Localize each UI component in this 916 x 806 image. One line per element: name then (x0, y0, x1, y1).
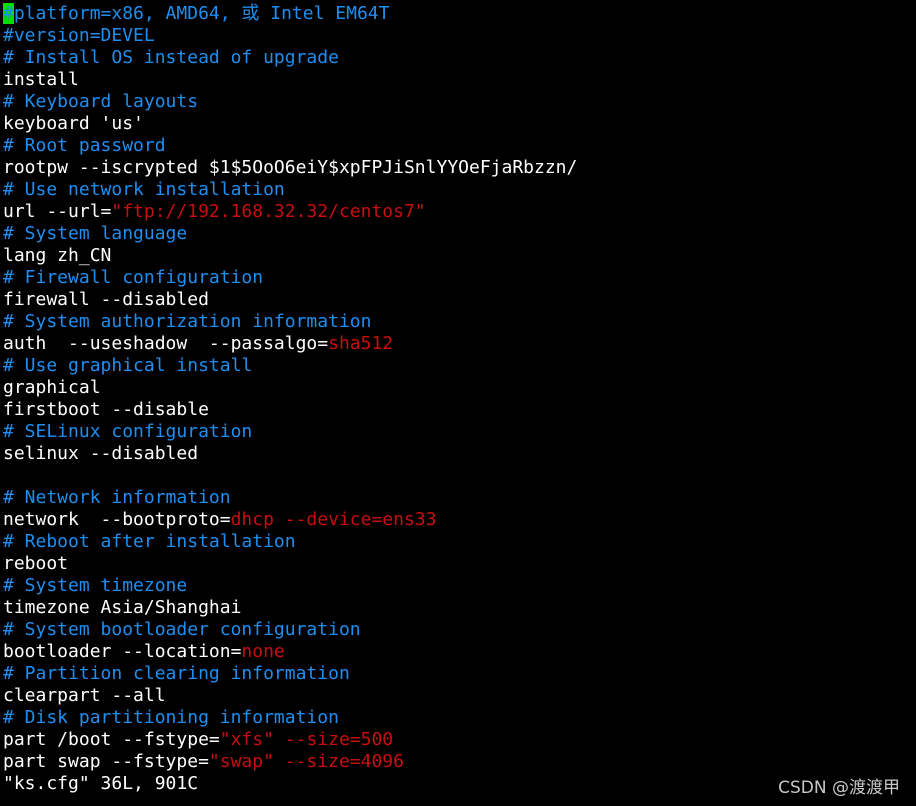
code-text: rootpw --iscrypted $1$5OoO6eiY$xpFPJiSnl… (3, 157, 578, 178)
editor-line: # Keyboard layouts (3, 91, 577, 113)
string-text: dhcp --device=ens33 (230, 509, 437, 530)
comment-text: # System timezone (3, 575, 188, 596)
editor-line: part /boot --fstype="xfs" --size=500 (3, 729, 577, 751)
editor-line: clearpart --all (3, 685, 577, 707)
editor-line: network --bootproto=dhcp --device=ens33 (3, 509, 577, 531)
comment-text: platform=x86, AMD64, 或 Intel EM64T (13, 3, 390, 24)
editor-line: # System bootloader configuration (3, 619, 577, 641)
string-text: none (241, 641, 285, 662)
comment-text: # Network information (3, 487, 231, 508)
comment-text: # System bootloader configuration (3, 619, 361, 640)
comment-text: # Root password (3, 135, 166, 156)
code-text: firstboot --disable (3, 399, 209, 420)
vim-editor[interactable]: #platform=x86, AMD64, 或 Intel EM64T #vers… (3, 3, 577, 795)
editor-line: firstboot --disable (3, 399, 577, 421)
editor-line: # System authorization information (3, 311, 577, 333)
code-text: timezone Asia/Shanghai (3, 597, 242, 618)
editor-line: graphical (3, 377, 577, 399)
comment-text: # Use network installation (3, 179, 285, 200)
comment-text: # Reboot after installation (3, 531, 296, 552)
string-text: "ftp://192.168.32.32/centos7" (111, 201, 426, 222)
code-text: reboot (3, 553, 69, 574)
text-cursor: # (3, 3, 14, 24)
editor-line: # Reboot after installation (3, 531, 577, 553)
watermark: CSDN @渡渡甲 (778, 778, 900, 798)
code-text: graphical (3, 377, 101, 398)
code-text: bootloader --location= (3, 641, 242, 662)
editor-line: #version=DEVEL (3, 25, 577, 47)
editor-line: # Install OS instead of upgrade (3, 47, 577, 69)
code-text: clearpart --all (3, 685, 166, 706)
editor-line: # SELinux configuration (3, 421, 577, 443)
editor-line: selinux --disabled (3, 443, 577, 465)
code-text: lang zh_CN (3, 245, 112, 266)
code-text: part swap --fstype= (3, 751, 209, 772)
editor-line: # System language (3, 223, 577, 245)
comment-text: #version=DEVEL (3, 25, 155, 46)
code-text: url --url= (3, 201, 112, 222)
editor-line: url --url="ftp://192.168.32.32/centos7" (3, 201, 577, 223)
editor-line: # Network information (3, 487, 577, 509)
code-text: install (3, 69, 79, 90)
editor-line: bootloader --location=none (3, 641, 577, 663)
code-text: keyboard 'us' (3, 113, 144, 134)
editor-line: # Use graphical install (3, 355, 577, 377)
comment-text: # Firewall configuration (3, 267, 264, 288)
editor-line: #platform=x86, AMD64, 或 Intel EM64T (3, 3, 577, 25)
comment-text: # Install OS instead of upgrade (3, 47, 339, 68)
editor-line: # Partition clearing information (3, 663, 577, 685)
editor-line: rootpw --iscrypted $1$5OoO6eiY$xpFPJiSnl… (3, 157, 577, 179)
string-text: sha512 (328, 333, 394, 354)
code-text: part /boot --fstype= (3, 729, 220, 750)
editor-line: # Use network installation (3, 179, 577, 201)
editor-line: keyboard 'us' (3, 113, 577, 135)
code-text: firewall --disabled (3, 289, 209, 310)
editor-line: timezone Asia/Shanghai (3, 597, 577, 619)
comment-text: # SELinux configuration (3, 421, 253, 442)
code-text: auth --useshadow --passalgo= (3, 333, 329, 354)
status-line: "ks.cfg" 36L, 901C (3, 773, 199, 794)
editor-line: # Disk partitioning information (3, 707, 577, 729)
comment-text: # Keyboard layouts (3, 91, 199, 112)
editor-line: # Firewall configuration (3, 267, 577, 289)
comment-text: # System authorization information (3, 311, 372, 332)
code-text: selinux --disabled (3, 443, 199, 464)
string-text: "xfs" --size=500 (219, 729, 394, 750)
code-text: network --bootproto= (3, 509, 231, 530)
comment-text: # Disk partitioning information (3, 707, 339, 728)
editor-line: firewall --disabled (3, 289, 577, 311)
editor-line: # Root password (3, 135, 577, 157)
editor-line: reboot (3, 553, 577, 575)
comment-text: # Partition clearing information (3, 663, 350, 684)
comment-text: # Use graphical install (3, 355, 253, 376)
editor-line: auth --useshadow --passalgo=sha512 (3, 333, 577, 355)
editor-line: lang zh_CN (3, 245, 577, 267)
editor-line: # System timezone (3, 575, 577, 597)
string-text: "swap" --size=4096 (208, 751, 404, 772)
comment-text: # System language (3, 223, 188, 244)
editor-line: part swap --fstype="swap" --size=4096 (3, 751, 577, 773)
editor-line: install (3, 69, 577, 91)
